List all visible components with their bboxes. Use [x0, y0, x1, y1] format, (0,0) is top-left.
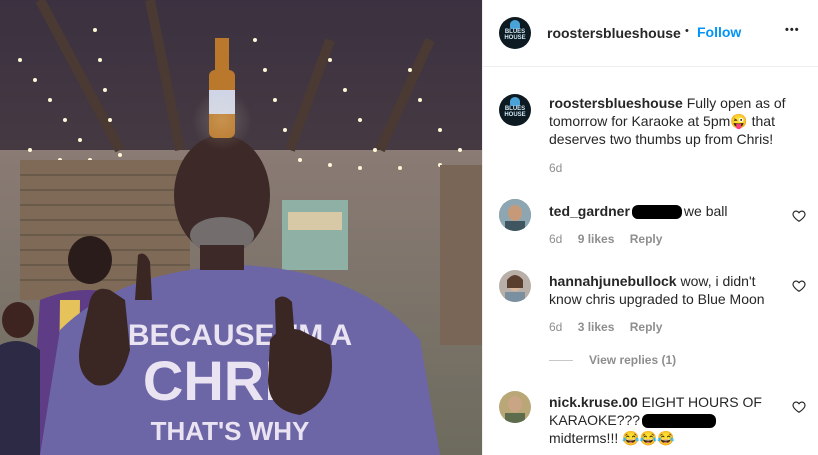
- comment-time[interactable]: 6d: [549, 232, 562, 246]
- comment-likes[interactable]: 3 likes: [578, 320, 615, 334]
- caption: roostersblueshouse Fully open as of tomo…: [549, 94, 799, 148]
- rooster-logo-icon: [510, 20, 520, 29]
- commenter-avatar[interactable]: [499, 270, 531, 302]
- reply-button[interactable]: Reply: [630, 320, 663, 334]
- more-options-icon[interactable]: •••: [785, 24, 800, 36]
- author-avatar[interactable]: BLUES HOUSE: [499, 17, 531, 49]
- avatar-photo: [499, 270, 531, 302]
- post-side-panel: BLUES HOUSE roostersblueshouse • Follow …: [482, 0, 818, 455]
- redaction-mark: [631, 205, 682, 220]
- post-photo-image: BECAUSE I'M A CHRIS THAT'S WHY: [0, 0, 482, 455]
- comment-2-meta: 6d 3 likes Reply: [549, 320, 674, 334]
- avatar-logo-text: BLUES HOUSE: [504, 29, 526, 41]
- like-heart-icon[interactable]: [792, 400, 806, 414]
- reply-button[interactable]: Reply: [630, 232, 663, 246]
- comment-text-continued: midterms!!! 😂😂😂: [549, 430, 675, 446]
- comment-text: we ball: [683, 203, 728, 219]
- caption-meta: 6d: [549, 161, 574, 175]
- follow-button[interactable]: Follow: [697, 24, 741, 40]
- comment-time[interactable]: 6d: [549, 320, 562, 334]
- comment-3: nick.kruse.00 EIGHT HOURS OF KARAOKE??? …: [549, 393, 789, 447]
- replies-divider-line: [549, 360, 573, 361]
- post-header: BLUES HOUSE roostersblueshouse • Follow …: [483, 0, 818, 67]
- like-heart-icon[interactable]: [792, 279, 806, 293]
- avatar-photo: [499, 391, 531, 423]
- avatar-logo-text: BLUES HOUSE: [504, 106, 526, 118]
- comment-username[interactable]: nick.kruse.00: [549, 394, 638, 410]
- separator-dot: •: [685, 25, 689, 37]
- view-replies-button[interactable]: View replies (1): [589, 353, 676, 367]
- comment-username[interactable]: ted_gardner: [549, 203, 630, 219]
- caption-username[interactable]: roostersblueshouse: [549, 95, 683, 111]
- like-heart-icon[interactable]: [792, 209, 806, 223]
- comment-2: hannahjunebullock wow, i didn't know chr…: [549, 272, 789, 308]
- caption-time[interactable]: 6d: [549, 161, 562, 175]
- commenter-avatar[interactable]: [499, 199, 531, 231]
- shirt-text-3: THAT'S WHY: [151, 416, 310, 446]
- commenter-avatar[interactable]: [499, 391, 531, 423]
- comment-1-meta: 6d 9 likes Reply: [549, 232, 674, 246]
- comment-1: ted_gardner we ball: [549, 202, 789, 220]
- rooster-logo-icon: [510, 97, 520, 106]
- comment-likes[interactable]: 9 likes: [578, 232, 615, 246]
- post-photo[interactable]: BECAUSE I'M A CHRIS THAT'S WHY: [0, 0, 482, 455]
- avatar-photo: [499, 199, 531, 231]
- caption-author-avatar[interactable]: BLUES HOUSE: [499, 94, 531, 126]
- author-username[interactable]: roostersblueshouse: [547, 25, 681, 41]
- redaction-mark: [642, 414, 717, 429]
- comment-username[interactable]: hannahjunebullock: [549, 273, 677, 289]
